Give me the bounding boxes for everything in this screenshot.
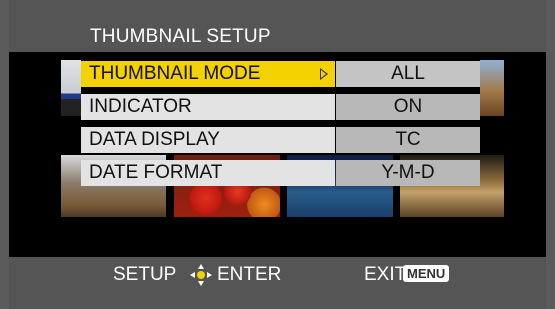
footer-bar: SETUP ENTER EXIT MENU	[9, 257, 546, 309]
setup-label: SETUP	[113, 264, 177, 285]
menu-item-date-format[interactable]: DATE FORMAT Y-M-D	[81, 160, 480, 186]
menu-item-value[interactable]: ALL	[336, 61, 480, 87]
menu-item-label: DATA DISPLAY	[81, 127, 335, 153]
menu-item-label: INDICATOR	[81, 94, 335, 120]
menu-item-label: THUMBNAIL MODE	[81, 61, 335, 87]
menu-item-value[interactable]: TC	[336, 127, 480, 153]
menu-item-data-display[interactable]: DATA DISPLAY TC	[81, 127, 480, 153]
exit-label: EXIT	[364, 264, 407, 285]
menu-item-value[interactable]: Y-M-D	[336, 160, 480, 186]
page-title: THUMBNAIL SETUP	[90, 26, 271, 47]
menu-item-value[interactable]: ON	[336, 94, 480, 120]
menu-item-thumbnail-mode[interactable]: THUMBNAIL MODE ALL	[81, 61, 480, 87]
thumbnail-1	[61, 60, 81, 116]
title-bar: THUMBNAIL SETUP	[9, 0, 546, 52]
submenu-arrow-icon	[320, 68, 328, 80]
menu-item-indicator[interactable]: INDICATOR ON	[81, 94, 480, 120]
joystick-icon	[190, 264, 212, 286]
menu-item-label: DATE FORMAT	[81, 160, 335, 186]
thumbnail-4	[480, 60, 504, 116]
menu-button[interactable]: MENU	[403, 265, 450, 282]
enter-label: ENTER	[217, 264, 282, 285]
